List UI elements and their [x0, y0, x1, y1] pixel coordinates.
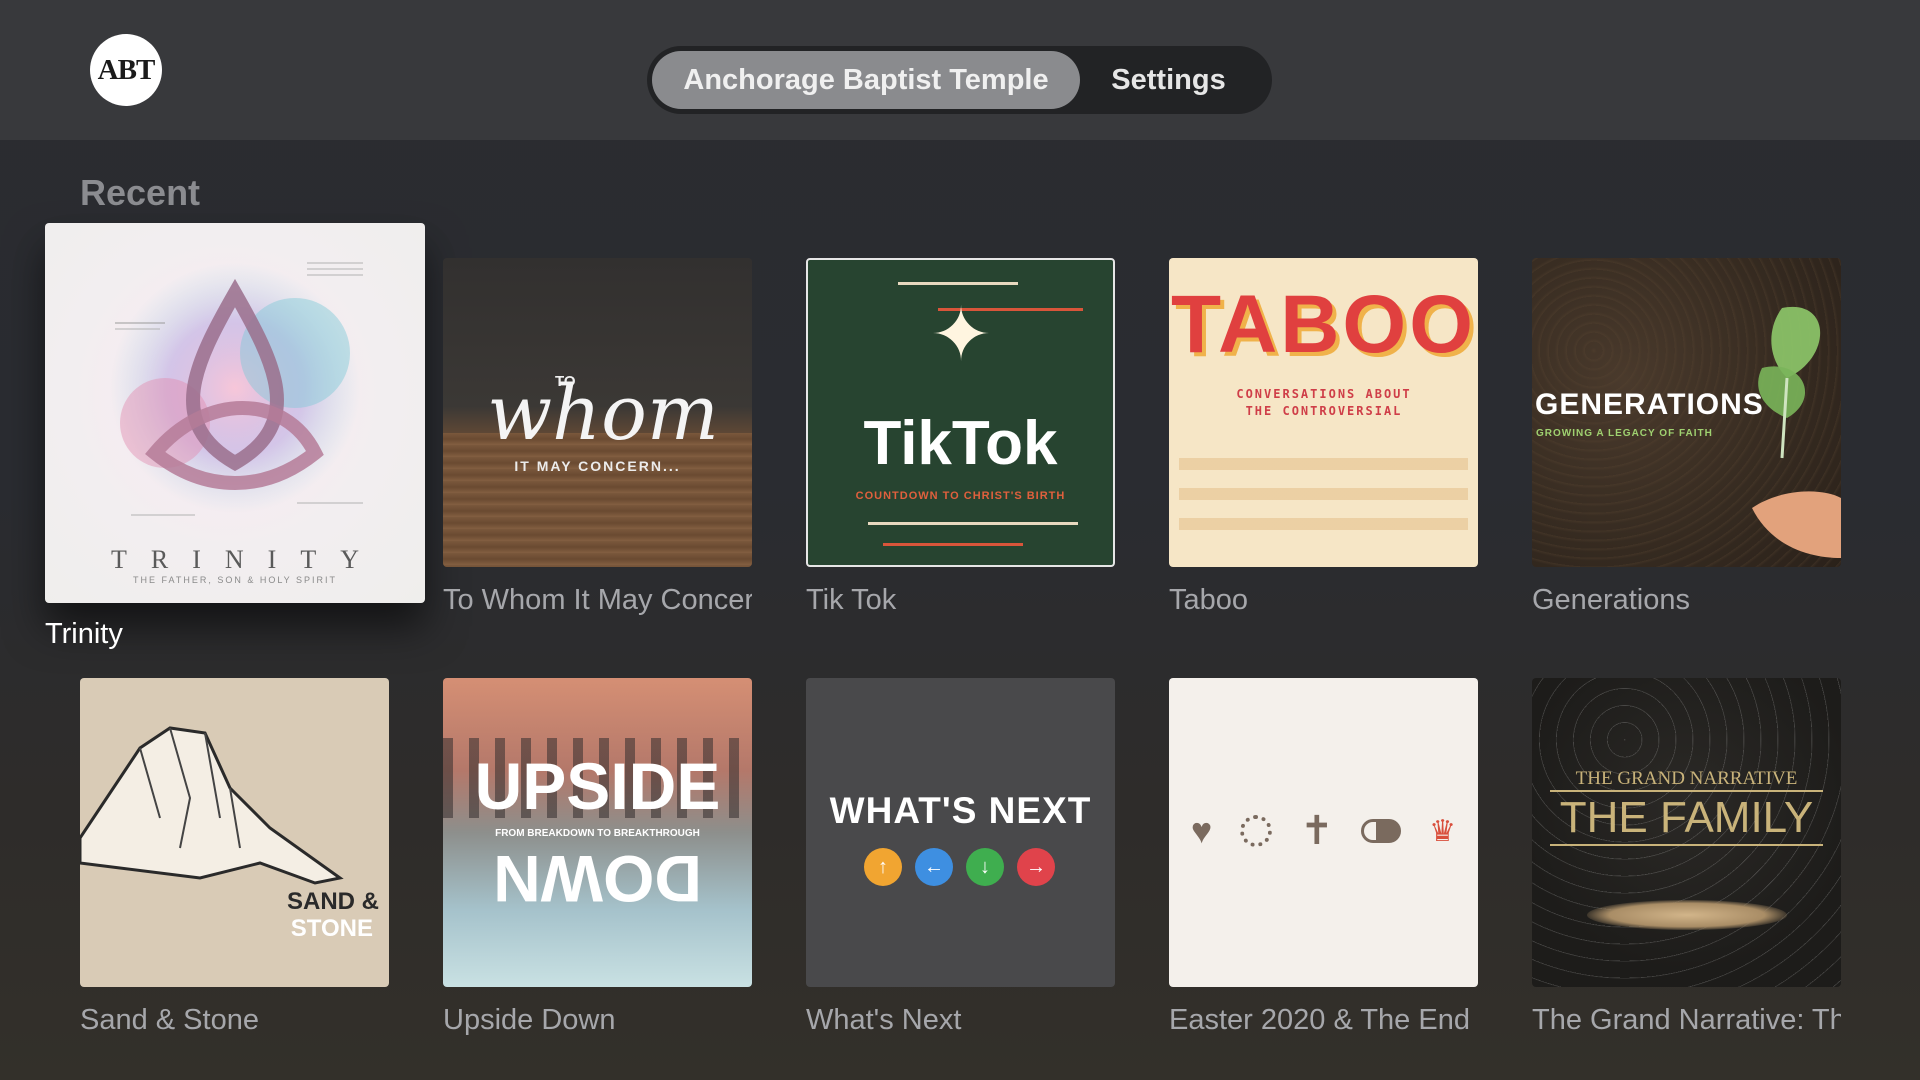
tile-caption: What's Next: [806, 1004, 962, 1036]
top-bar: ABT Anchorage Baptist Temple Settings: [0, 0, 1920, 140]
generations-artwork: GENERATIONS GROWING A LEGACY OF FAITH: [1532, 258, 1841, 567]
taboo-artwork: TABOO CONVERSATIONS ABOUT THE CONTROVERS…: [1169, 258, 1478, 567]
trinity-artwork: TRINITY THE FATHER, SON & HOLY SPIRIT: [45, 223, 425, 603]
tile-caption: The Grand Narrative: The Family: [1532, 1004, 1841, 1036]
arrow-down-icon: ↓: [966, 848, 1004, 886]
tik-tok-stripe-bottom-red: [883, 543, 1023, 546]
upside-down-artwork: UPSIDE FROM BREAKDOWN TO BREAKTHROUGH DO…: [443, 678, 752, 987]
whats-next-heading: WHAT'S NEXT: [829, 790, 1092, 831]
tik-tok-artwork: ✦ TikTok COUNTDOWN TO CHRIST'S BIRTH: [806, 258, 1115, 567]
to-whom-sub: IT MAY CONCERN...: [514, 458, 681, 474]
upside-sub: FROM BREAKDOWN TO BREAKTHROUGH: [495, 828, 700, 839]
grand-narrative-heading: THE FAMILY: [1550, 790, 1823, 846]
top-navigation: Anchorage Baptist Temple Settings: [647, 46, 1272, 114]
trinity-heading: TRINITY: [111, 545, 383, 574]
grand-narrative-artwork: THE GRAND NARRATIVE THE FAMILY: [1532, 678, 1841, 987]
taboo-heading: TABOO: [1170, 279, 1476, 370]
tile-caption: Taboo: [1169, 584, 1249, 616]
crown-icon: ♛: [1429, 814, 1457, 848]
generations-sub: GROWING A LEGACY OF FAITH: [1536, 428, 1713, 439]
tik-tok-stripe-top: [898, 282, 1018, 285]
arrow-up-icon: ↑: [864, 848, 902, 886]
tab-anchorage-baptist-temple[interactable]: Anchorage Baptist Temple: [652, 51, 1080, 109]
tile-caption: Sand & Stone: [80, 1004, 259, 1036]
to-whom-artwork: TO whom IT MAY CONCERN...: [443, 258, 752, 567]
tile-caption: Trinity: [45, 618, 123, 650]
tik-tok-stripe-bottom: [868, 522, 1078, 525]
easter-symbols: ♥ ✝ ♛: [1169, 808, 1478, 854]
section-title: Recent: [80, 172, 201, 213]
easter-artwork: ♥ ✝ ♛: [1169, 678, 1478, 987]
tab-settings[interactable]: Settings: [1080, 51, 1257, 109]
whats-next-artwork: WHAT'S NEXT ↑ ← ↓ →: [806, 678, 1115, 987]
trinity-subheading: THE FATHER, SON & HOLY SPIRIT: [132, 575, 338, 585]
grand-narrative-pre: THE GRAND NARRATIVE: [1575, 768, 1798, 789]
sand-pile: [1587, 900, 1787, 930]
sand-stone-line1: SAND &: [286, 888, 379, 915]
tomb-stone-icon: [1361, 819, 1402, 843]
crown-of-thorns-icon: [1240, 815, 1273, 847]
arrow-right-icon: →: [1017, 848, 1055, 886]
upside-heading: UPSIDE: [474, 749, 721, 823]
tile-caption: To Whom It May Concern: [443, 584, 752, 616]
sand-stone-artwork: SAND & STONE: [80, 678, 389, 987]
tik-tok-heading: TikTok: [863, 409, 1058, 478]
tik-tok-sub: COUNTDOWN TO CHRIST'S BIRTH: [855, 490, 1066, 502]
generations-heading: GENERATIONS: [1535, 388, 1764, 421]
cross-icon: ✝: [1299, 809, 1334, 853]
tile-caption: Generations: [1532, 584, 1690, 616]
taboo-faded-text: [1179, 458, 1468, 548]
sand-stone-line2: STONE: [290, 915, 373, 942]
arrow-left-icon: ←: [915, 848, 953, 886]
down-flipped: DOWN: [493, 842, 702, 916]
tile-caption: Upside Down: [443, 1004, 616, 1036]
tile-caption: Easter 2020 & The End: [1169, 1004, 1470, 1036]
arrow-buttons: ↑ ← ↓ →: [864, 848, 1055, 886]
to-whom-script: whom: [487, 368, 719, 457]
heart-icon: ♥: [1190, 810, 1213, 851]
star-icon: ✦: [930, 293, 993, 376]
taboo-sub: CONVERSATIONS ABOUT THE CONTROVERSIAL: [1236, 387, 1412, 418]
tile-caption: Tik Tok: [806, 584, 897, 616]
abt-logo[interactable]: ABT: [90, 34, 162, 106]
